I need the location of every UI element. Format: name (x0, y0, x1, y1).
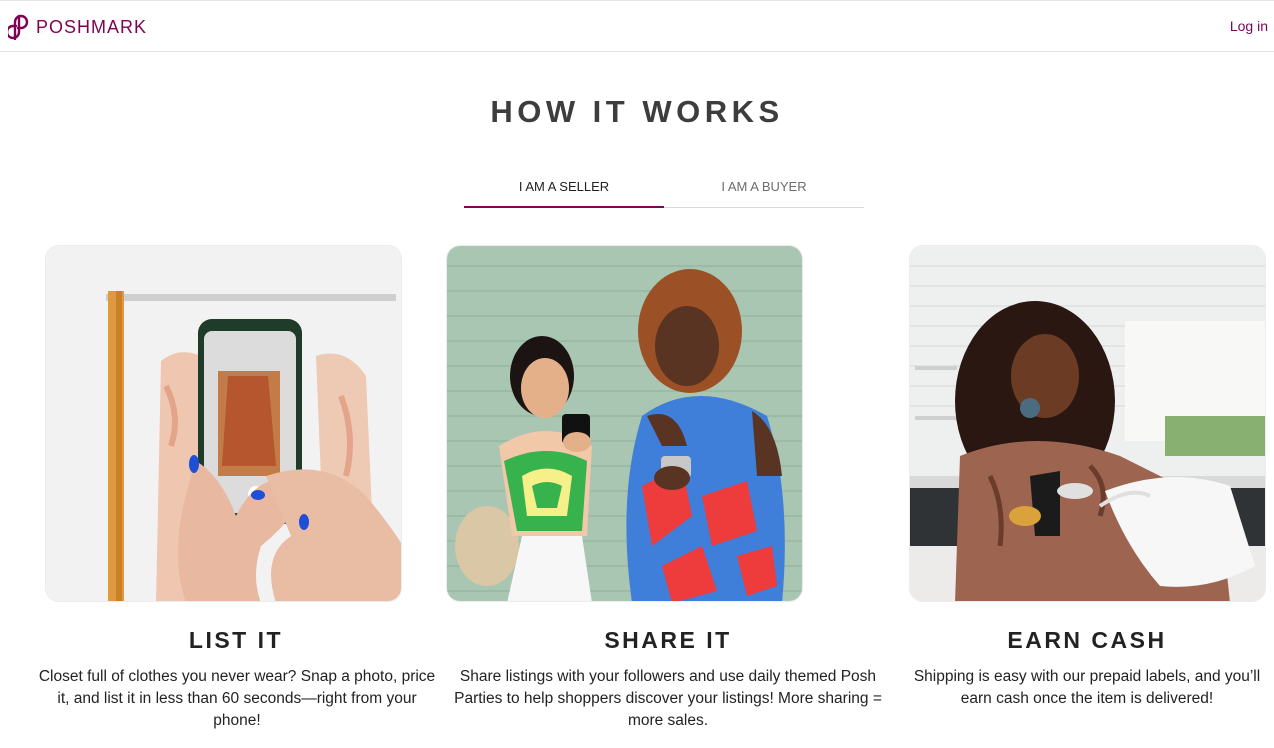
earn-cash-title: EARN CASH (1007, 627, 1167, 653)
share-it-image (446, 245, 803, 602)
tab-buyer[interactable]: I AM A BUYER (664, 170, 864, 208)
earn-cash-image (909, 245, 1266, 602)
list-it-title: LIST IT (188, 627, 284, 653)
earn-cash-description: Shipping is easy with our prepaid labels… (913, 668, 1261, 707)
tab-seller[interactable]: I AM A SELLER (464, 170, 664, 208)
page-title: HOW IT WORKS (490, 94, 784, 129)
share-it-description: Share listings with your followers and u… (454, 668, 882, 729)
poshmark-logo[interactable]: POSHMARK (8, 14, 147, 40)
list-it-image (45, 245, 402, 602)
share-it-title: SHARE IT (604, 627, 732, 653)
poshmark-logo-icon (8, 14, 29, 40)
role-tabs: I AM A SELLER I AM A BUYER (464, 170, 864, 208)
top-header: POSHMARK Log in (0, 0, 1274, 52)
login-link[interactable]: Log in (1230, 18, 1268, 34)
list-it-description: Closet full of clothes you never wear? S… (38, 668, 436, 729)
brand-name: POSHMARK (36, 16, 148, 37)
